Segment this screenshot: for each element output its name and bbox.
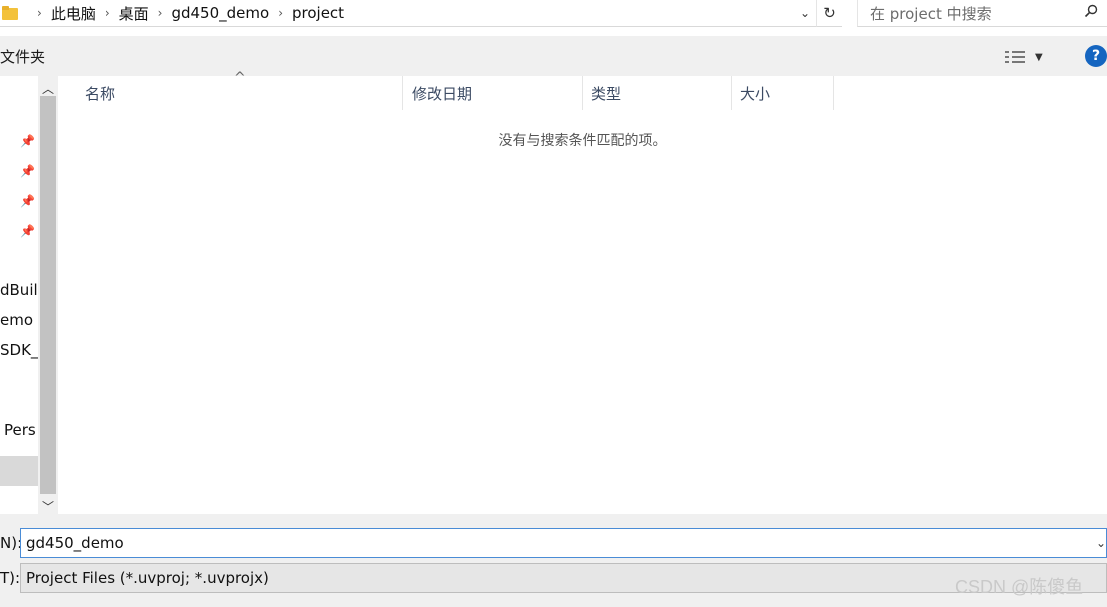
filename-dropdown-chevron-down-icon[interactable]: ⌄ — [1096, 536, 1106, 550]
sort-ascending-icon: ^ — [234, 70, 246, 86]
refresh-icon[interactable]: ↻ — [816, 0, 842, 27]
watermark: CSDN @陈傻鱼 — [955, 577, 1084, 597]
chevron-right-icon[interactable]: › — [278, 6, 283, 20]
search-placeholder: 在 project 中搜索 — [870, 4, 992, 23]
breadcrumb-project[interactable]: project — [292, 4, 344, 22]
breadcrumb-this-pc[interactable]: 此电脑 — [51, 3, 96, 24]
column-label: 大小 — [740, 84, 771, 103]
column-header-type[interactable]: 类型 — [583, 76, 732, 110]
pin-icon[interactable]: 📌 — [20, 224, 35, 238]
column-label: 类型 — [591, 84, 622, 103]
nav-item[interactable]: dBuil — [0, 281, 38, 299]
column-header-size[interactable]: 大小 — [732, 76, 834, 110]
chevron-right-icon[interactable]: › — [37, 6, 42, 20]
command-bar: 文件夹 ▼ ? — [0, 36, 1107, 76]
scroll-down-icon[interactable]: ﹀ — [38, 498, 58, 514]
search-input[interactable]: 在 project 中搜索 — [857, 0, 1107, 27]
address-bar[interactable]: › 此电脑 › 桌面 › gd450_demo › project ⌄ — [0, 0, 816, 27]
navigation-pane: 📌 📌 📌 📌 dBuil emo SDK_ Pers ︿ ﹀ — [0, 76, 58, 514]
address-row: › 此电脑 › 桌面 › gd450_demo › project ⌄ ↻ 在 … — [0, 0, 1107, 28]
nav-item[interactable]: SDK_ — [0, 341, 38, 359]
nav-item[interactable]: emo — [0, 311, 33, 329]
file-list[interactable]: 名称 ^ 修改日期 类型 大小 没有与搜索条件匹配的项。 — [58, 70, 1107, 514]
chevron-right-icon[interactable]: › — [158, 6, 163, 20]
chevron-right-icon[interactable]: › — [105, 6, 110, 20]
breadcrumb-gd450-demo[interactable]: gd450_demo — [171, 4, 269, 22]
nav-item-selected[interactable] — [0, 456, 38, 486]
column-label: 修改日期 — [412, 84, 473, 103]
pin-icon[interactable]: 📌 — [20, 134, 35, 148]
column-header-date-modified[interactable]: 修改日期 — [403, 76, 583, 110]
folder-icon — [2, 6, 20, 20]
address-history-chevron-down-icon[interactable]: ⌄ — [797, 4, 813, 22]
nav-item[interactable]: Pers — [4, 421, 36, 439]
filetype-select[interactable]: Project Files (*.uvproj; *.uvprojx) — [20, 563, 1107, 593]
file-dialog-footer: N): gd450_demo ⌄ T): Project Files (*.uv… — [0, 514, 1107, 607]
filename-label: N): — [0, 534, 23, 552]
filename-input[interactable]: gd450_demo — [20, 528, 1107, 558]
scrollbar-thumb[interactable] — [40, 96, 56, 494]
filetype-label: T): — [0, 569, 21, 587]
help-icon[interactable]: ? — [1085, 45, 1107, 67]
pin-icon[interactable]: 📌 — [20, 164, 35, 178]
nav-scrollbar[interactable]: ︿ ﹀ — [38, 76, 58, 514]
column-label: 名称 — [85, 84, 116, 103]
new-folder-button[interactable]: 文件夹 — [0, 46, 45, 67]
search-icon[interactable] — [1081, 4, 1101, 22]
change-view-button[interactable]: ▼ — [1005, 47, 1049, 67]
breadcrumb-desktop[interactable]: 桌面 — [119, 3, 149, 24]
caret-down-icon: ▼ — [1035, 51, 1043, 63]
details-view-icon — [1005, 51, 1025, 63]
scroll-up-icon[interactable]: ︿ — [38, 80, 58, 97]
column-header-name[interactable]: 名称 ^ — [58, 70, 403, 110]
empty-list-message: 没有与搜索条件匹配的项。 — [498, 133, 667, 149]
pin-icon[interactable]: 📌 — [20, 194, 35, 208]
